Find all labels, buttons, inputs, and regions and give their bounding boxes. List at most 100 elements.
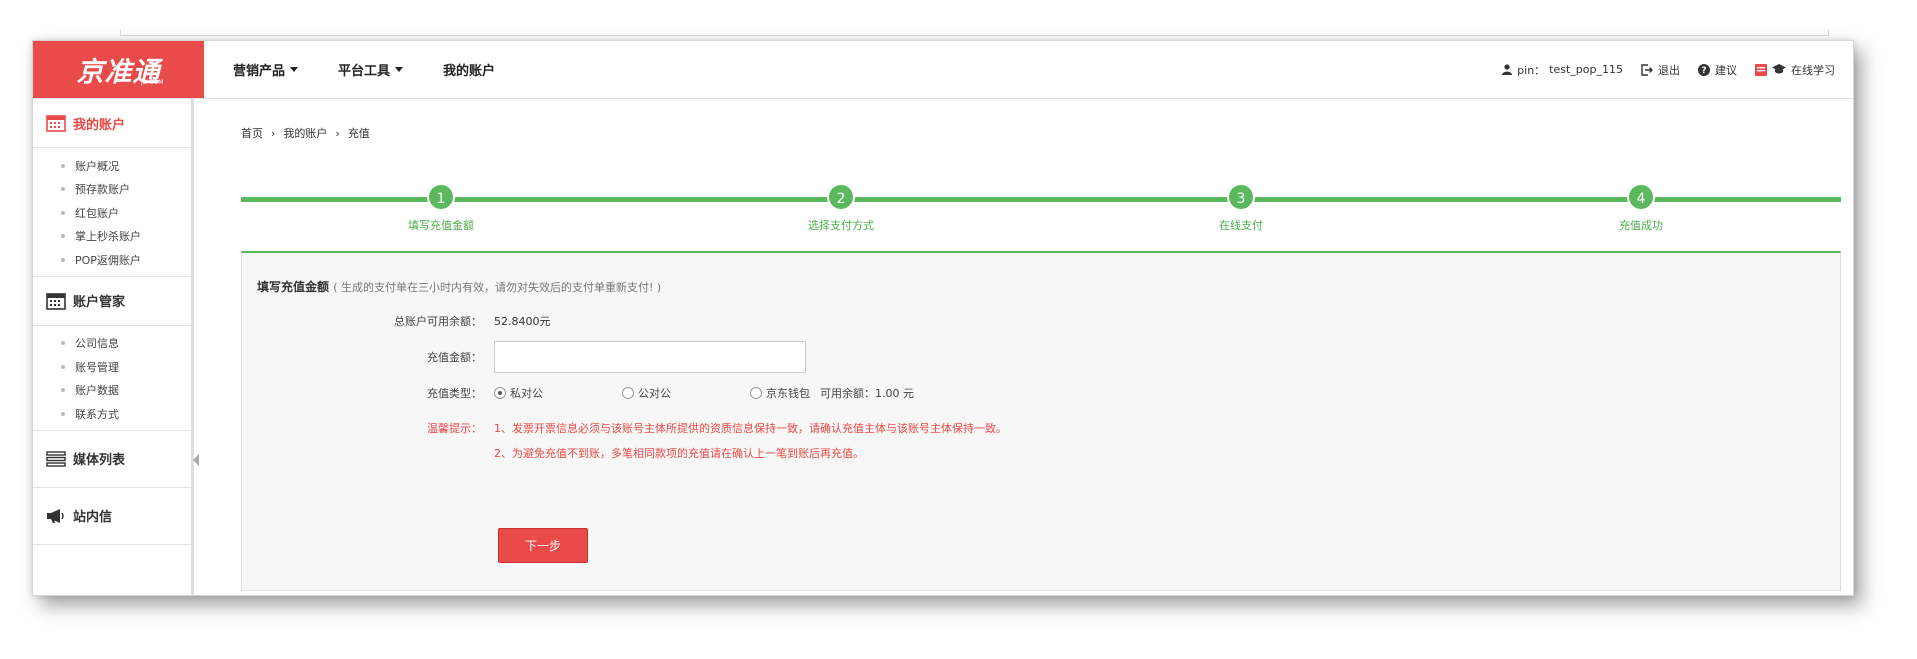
nav-my-account[interactable]: 我的账户: [443, 60, 495, 79]
sidebar-collapse-arrow-icon[interactable]: [193, 454, 199, 466]
graduation-cap-icon: [1772, 64, 1786, 74]
new-badge-icon: [1755, 63, 1767, 76]
sidebar-section-title: 我的账户: [73, 117, 126, 133]
calendar-icon: [46, 115, 66, 132]
chevron-right-icon: ›: [271, 126, 276, 140]
suggest-link[interactable]: ? 建议: [1698, 62, 1737, 78]
sidebar-item-account-overview[interactable]: 账户概况: [33, 154, 191, 178]
step-number: 3: [1227, 183, 1255, 211]
recharge-form-panel: 填写充值金额 ( 生成的支付单在三小时内有效，请勿对失效后的支付单重新支付! )…: [241, 251, 1841, 591]
tip-row-1: 温馨提示： 1、发票开票信息必须与该账号主体所提供的资质信息保持一致，请确认充值…: [242, 420, 1007, 436]
bullet-dot: [61, 234, 65, 239]
main-nav: 营销产品 平台工具 我的账户: [233, 41, 535, 98]
step-label: 充值成功: [1619, 219, 1663, 232]
radio-public-to-public[interactable]: 公对公: [622, 385, 750, 401]
sidebar-item-contact[interactable]: 联系方式: [33, 402, 191, 426]
online-learning-link[interactable]: 在线学习: [1755, 62, 1835, 78]
sidebar-submenu-account-manager: 公司信息 账号管理 账户数据 联系方式: [33, 326, 191, 431]
logout-icon: [1641, 63, 1653, 76]
sidebar-item-account-data[interactable]: 账户数据: [33, 379, 191, 403]
radio-label: 京东钱包: [766, 387, 810, 400]
balance-row: 总账户可用余额： 52.8400元: [242, 313, 551, 329]
learn-label: 在线学习: [1791, 63, 1835, 77]
bullet-dot: [61, 411, 65, 416]
nav-label: 我的账户: [443, 64, 496, 79]
recharge-type-row: 充值类型： 私对公 公对公 京东钱包 可用余额：1.00 元: [242, 385, 914, 401]
step-number: 1: [427, 183, 455, 211]
sidebar-item-label: 联系方式: [75, 407, 119, 421]
sidebar-submenu-my-account: 账户概况 预存款账户 红包账户 掌上秒杀账户 POP返佣账户: [33, 148, 191, 277]
sidebar-item-label: 公司信息: [75, 337, 119, 351]
breadcrumb-current: 充值: [347, 127, 370, 140]
user-label: pin：: [1517, 63, 1546, 77]
sidebar-item-prepaid-account[interactable]: 预存款账户: [33, 178, 191, 202]
radio-jd-wallet[interactable]: 京东钱包 可用余额：1.00 元: [750, 385, 914, 401]
radio-label: 公对公: [638, 387, 671, 400]
window-top-edge: [120, 30, 1829, 36]
step-4: 4 充值成功: [1561, 183, 1721, 233]
sidebar-item-pop-rebate-account[interactable]: POP返佣账户: [33, 248, 191, 272]
question-circle-icon: ?: [1698, 63, 1710, 76]
step-label: 选择支付方式: [808, 219, 874, 232]
main-content: 首页 › 我的账户 › 充值 1 填写充值金额 2 选择支付方式 3 在线支付 …: [201, 99, 1853, 595]
step-number: 2: [827, 183, 855, 211]
sidebar-item-label: 账户概况: [75, 159, 119, 173]
bullet-dot: [61, 341, 65, 346]
radio-label: 私对公: [510, 387, 543, 400]
suggest-label: 建议: [1715, 63, 1737, 77]
caret-down-icon: [290, 67, 299, 72]
user-icon: [1502, 64, 1513, 75]
megaphone-icon: [47, 508, 64, 523]
radio-unselected-icon: [750, 387, 762, 399]
step-2: 2 选择支付方式: [761, 183, 921, 233]
sidebar-item-label: 账户数据: [75, 384, 119, 398]
sidebar-section-account-manager[interactable]: 账户管家: [33, 277, 191, 326]
breadcrumb-my-account[interactable]: 我的账户: [283, 125, 327, 141]
sidebar-section-inbox[interactable]: 站内信: [33, 488, 191, 545]
wallet-balance: 可用余额：1.00 元: [820, 387, 914, 400]
user-info: pin： test_pop_115: [1502, 62, 1623, 78]
bullet-dot: [61, 163, 65, 168]
recharge-amount-input[interactable]: [494, 341, 806, 373]
logout-link[interactable]: 退出: [1641, 62, 1680, 78]
balance-label: 总账户可用余额：: [394, 315, 482, 328]
sidebar-item-company-info[interactable]: 公司信息: [33, 332, 191, 356]
logo-subtext: JD.COM: [141, 79, 164, 86]
bullet-dot: [61, 257, 65, 262]
sidebar-section-my-account[interactable]: 我的账户: [33, 99, 191, 148]
header-user-tools: pin： test_pop_115 退出 ? 建议 在线学习: [1484, 41, 1835, 98]
sidebar-item-account-management[interactable]: 账号管理: [33, 355, 191, 379]
chevron-right-icon: ›: [335, 126, 340, 140]
nav-platform-tools[interactable]: 平台工具: [338, 60, 404, 79]
user-name: test_pop_115: [1549, 63, 1623, 76]
next-step-button[interactable]: 下一步: [498, 528, 588, 563]
form-title-note: ( 生成的支付单在三小时内有效，请勿对失效后的支付单重新支付! ): [333, 281, 662, 294]
bullet-dot: [61, 210, 65, 215]
brand-logo[interactable]: 京准通 JD.COM: [33, 41, 204, 98]
sidebar-item-red-packet-account[interactable]: 红包账户: [33, 201, 191, 225]
tip-text: 1、发票开票信息必须与该账号主体所提供的资质信息保持一致，请确认充值主体与该账号…: [494, 422, 1007, 435]
nav-marketing-products[interactable]: 营销产品: [233, 60, 299, 79]
svg-text:?: ?: [1701, 66, 1706, 76]
radio-unselected-icon: [622, 387, 634, 399]
top-header: 京准通 JD.COM 营销产品 平台工具 我的账户 pin： test_pop_…: [33, 41, 1853, 99]
sidebar-section-title: 账户管家: [73, 295, 126, 310]
radio-private-to-public[interactable]: 私对公: [494, 385, 622, 401]
sidebar-item-flash-sale-account[interactable]: 掌上秒杀账户: [33, 225, 191, 249]
breadcrumb-home[interactable]: 首页: [241, 125, 263, 141]
step-1: 1 填写充值金额: [361, 183, 521, 233]
progress-steps: 1 填写充值金额 2 选择支付方式 3 在线支付 4 充值成功: [241, 183, 1841, 243]
sidebar-section-title: 站内信: [73, 510, 113, 525]
sidebar-section-media-list[interactable]: 媒体列表: [33, 431, 191, 488]
bullet-dot: [61, 187, 65, 192]
sidebar-item-label: 掌上秒杀账户: [75, 230, 141, 244]
nav-label: 平台工具: [338, 64, 391, 79]
tip-label: 温馨提示：: [427, 422, 482, 435]
form-title: 填写充值金额 ( 生成的支付单在三小时内有效，请勿对失效后的支付单重新支付! ): [257, 278, 661, 295]
balance-value: 52.8400元: [494, 315, 551, 328]
sidebar-item-label: 账号管理: [75, 360, 119, 374]
amount-label: 充值金额：: [427, 351, 482, 364]
nav-label: 营销产品: [233, 64, 286, 79]
step-3: 3 在线支付: [1161, 183, 1321, 233]
app-frame: 京准通 JD.COM 营销产品 平台工具 我的账户 pin： test_pop_…: [32, 40, 1854, 596]
